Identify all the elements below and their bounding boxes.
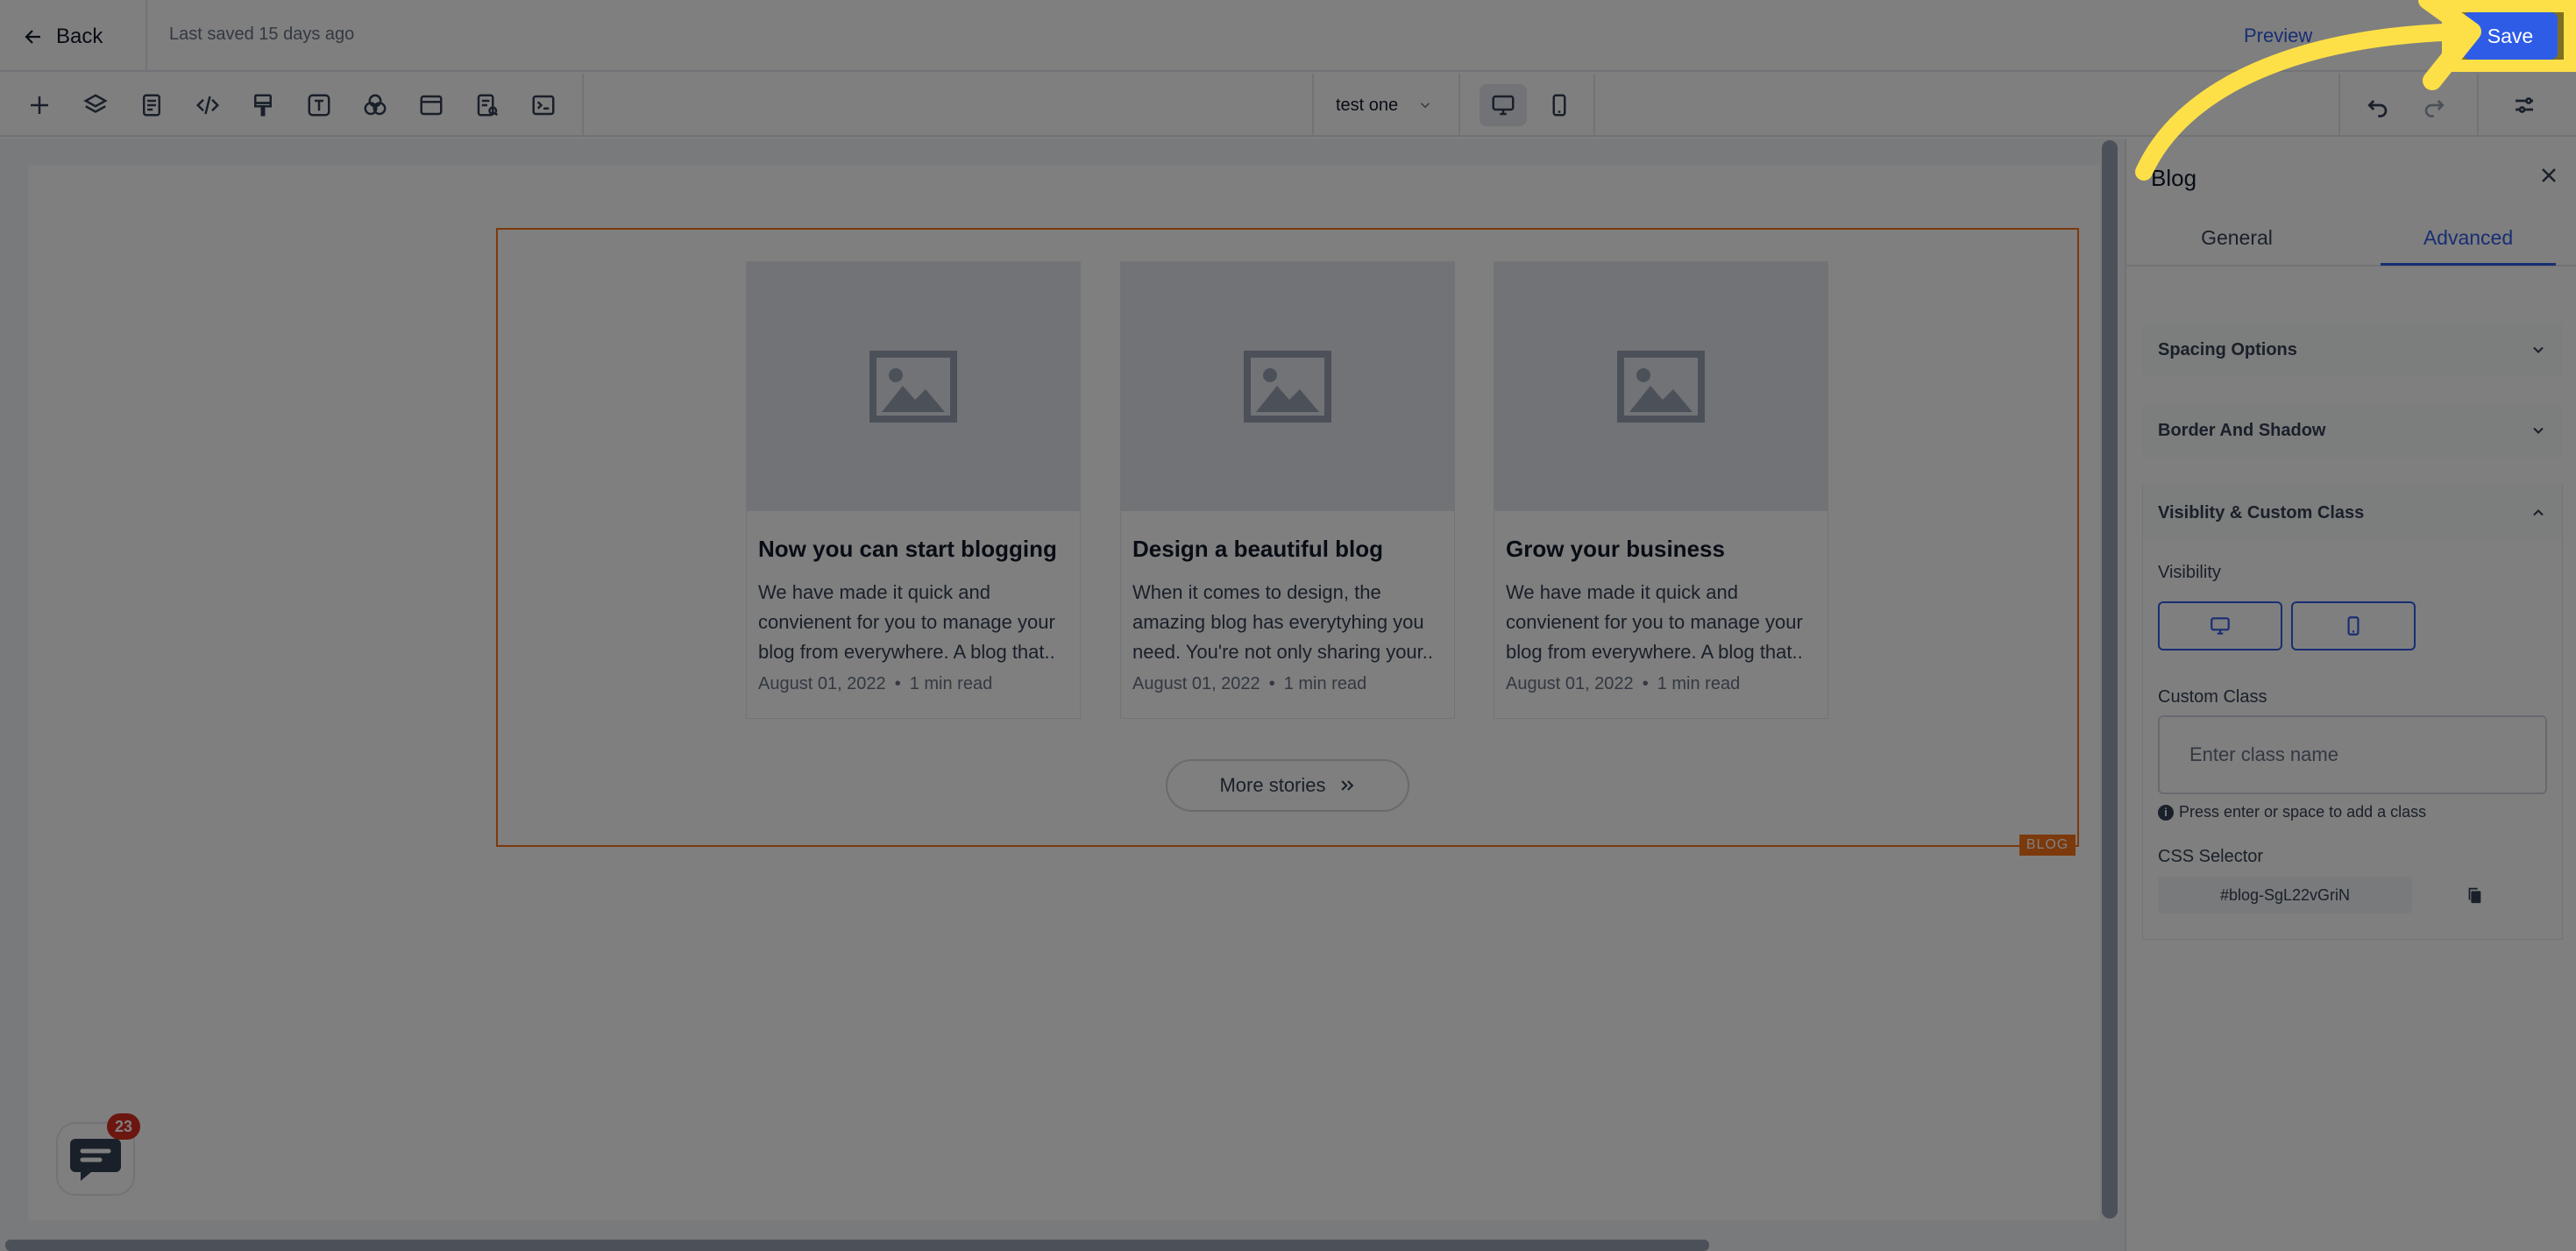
panel-title: Blog xyxy=(2151,165,2197,191)
accordion-label: Border And Shadow xyxy=(2158,420,2326,440)
arrow-left-icon xyxy=(25,30,40,44)
code-icon[interactable] xyxy=(192,89,224,121)
divider xyxy=(145,0,147,72)
panel-tabs: General Advanced xyxy=(2126,221,2576,267)
horizontal-scrollbar[interactable] xyxy=(5,1240,1709,1251)
notification-badge: 23 xyxy=(107,1113,140,1140)
page-selector[interactable]: test one xyxy=(1336,89,1433,121)
preview-link[interactable]: Preview xyxy=(2244,25,2312,47)
blog-card-read-time: 1 min read xyxy=(1657,674,1741,693)
bullet-separator: • xyxy=(1268,674,1275,693)
divider xyxy=(582,74,584,137)
mobile-view-button[interactable] xyxy=(1536,84,1583,126)
page-selector-label: test one xyxy=(1336,95,1399,115)
visibility-label: Visibility xyxy=(2158,563,2221,582)
text-icon[interactable] xyxy=(303,89,335,121)
blog-section-tag: BLOG xyxy=(2019,835,2076,856)
blog-card-title[interactable]: Design a beautiful blog xyxy=(1132,536,1383,563)
desktop-icon xyxy=(2211,617,2230,635)
accordion-body xyxy=(2142,484,2563,940)
blog-card-read-time: 1 min read xyxy=(909,674,993,693)
tab-advanced[interactable]: Advanced xyxy=(2381,226,2556,250)
border-shadow-accordion[interactable]: Border And Shadow xyxy=(2142,403,2563,458)
tab-general[interactable]: General xyxy=(2149,226,2324,250)
mobile-icon xyxy=(1552,94,1566,117)
desktop-icon xyxy=(1492,95,1515,116)
blog-card-read-time: 1 min read xyxy=(1283,674,1367,693)
blog-card-description: When it comes to design, the amazing blo… xyxy=(1132,581,1434,663)
undo-icon[interactable] xyxy=(2361,89,2393,121)
hint-text: Press enter or space to add a class xyxy=(2179,803,2427,821)
css-selector-label: CSS Selector xyxy=(2158,847,2264,866)
copy-icon[interactable] xyxy=(2465,885,2484,905)
info-icon: i xyxy=(2158,804,2174,821)
image-icon xyxy=(1617,351,1705,423)
custom-class-label: Custom Class xyxy=(2158,687,2267,707)
css-selector-value: #blog-SgL22vGriN xyxy=(2158,877,2412,913)
desktop-visibility-toggle[interactable] xyxy=(2158,601,2282,650)
browser-icon[interactable] xyxy=(415,89,447,121)
image-placeholder xyxy=(1494,262,1827,511)
bullet-separator: • xyxy=(1642,674,1649,693)
blog-card[interactable]: Grow your business We have made it quick… xyxy=(1494,261,1828,719)
back-button[interactable]: Back xyxy=(23,19,103,54)
blog-card-description: We have made it quick and convienent for… xyxy=(758,581,1055,663)
add-icon[interactable] xyxy=(24,89,55,121)
blog-card-title[interactable]: Grow your business xyxy=(1506,536,1725,563)
bullet-separator: • xyxy=(894,674,901,693)
blog-card-meta: August 01, 2022 • 1 min read xyxy=(1506,674,1740,694)
highlighted-save-button[interactable]: Save xyxy=(2463,12,2558,60)
image-icon xyxy=(1244,351,1331,423)
blog-card-date: August 01, 2022 xyxy=(758,674,886,693)
top-bar: Back Last saved 15 days ago Preview Save xyxy=(0,0,2576,72)
blog-card[interactable]: Now you can start blogging We have made … xyxy=(746,261,1081,719)
close-icon[interactable] xyxy=(2535,161,2563,189)
image-placeholder xyxy=(747,262,1080,511)
highlighted-save-area: Save xyxy=(2442,0,2576,72)
terminal-icon[interactable] xyxy=(528,89,559,121)
divider xyxy=(1593,74,1595,137)
page-icon[interactable] xyxy=(136,89,167,121)
paint-brush-icon[interactable] xyxy=(247,89,279,121)
vertical-scrollbar[interactable] xyxy=(2102,140,2118,1219)
back-label: Back xyxy=(56,25,103,48)
more-stories-button[interactable]: More stories xyxy=(1166,759,1409,812)
mobile-icon xyxy=(2347,616,2360,636)
image-placeholder xyxy=(1121,262,1454,511)
divider xyxy=(2477,74,2479,137)
blog-card-description: We have made it quick and convienent for… xyxy=(1506,581,1803,663)
layers-icon[interactable] xyxy=(80,89,111,121)
image-icon xyxy=(869,351,957,423)
active-tab-indicator xyxy=(2381,263,2556,266)
desktop-view-button[interactable] xyxy=(1480,84,1527,126)
blog-card-title[interactable]: Now you can start blogging xyxy=(758,536,1057,563)
blog-card-meta: August 01, 2022 • 1 min read xyxy=(1132,674,1366,694)
more-stories-label: More stories xyxy=(1219,774,1326,796)
shapes-icon[interactable] xyxy=(359,89,391,121)
blog-card[interactable]: Design a beautiful blog When it comes to… xyxy=(1120,261,1455,719)
divider xyxy=(2338,74,2340,137)
chevron-down-icon xyxy=(1421,103,1430,109)
settings-sliders-icon[interactable] xyxy=(2509,89,2540,121)
settings-panel: Blog General Advanced Spacing Options Bo… xyxy=(2125,139,2576,1251)
spacing-options-accordion[interactable]: Spacing Options xyxy=(2142,323,2563,377)
custom-class-input[interactable] xyxy=(2158,715,2547,794)
blog-card-meta: August 01, 2022 • 1 min read xyxy=(758,674,992,694)
search-document-icon[interactable] xyxy=(472,89,503,121)
divider xyxy=(1458,74,1460,137)
double-chevron-right-icon xyxy=(1340,780,1353,791)
blog-card-date: August 01, 2022 xyxy=(1506,674,1634,693)
accordion-label: Spacing Options xyxy=(2158,339,2297,359)
custom-class-hint: i Press enter or space to add a class xyxy=(2158,803,2426,821)
last-saved-text: Last saved 15 days ago xyxy=(169,25,355,44)
toolbar: test one xyxy=(0,74,2576,137)
mobile-visibility-toggle[interactable] xyxy=(2291,601,2416,650)
chevron-down-icon xyxy=(2533,427,2544,434)
divider xyxy=(1312,74,1314,137)
blog-card-date: August 01, 2022 xyxy=(1132,674,1260,693)
chat-icon xyxy=(70,1139,121,1181)
redo-icon[interactable] xyxy=(2419,89,2451,121)
chevron-down-icon xyxy=(2533,346,2544,353)
